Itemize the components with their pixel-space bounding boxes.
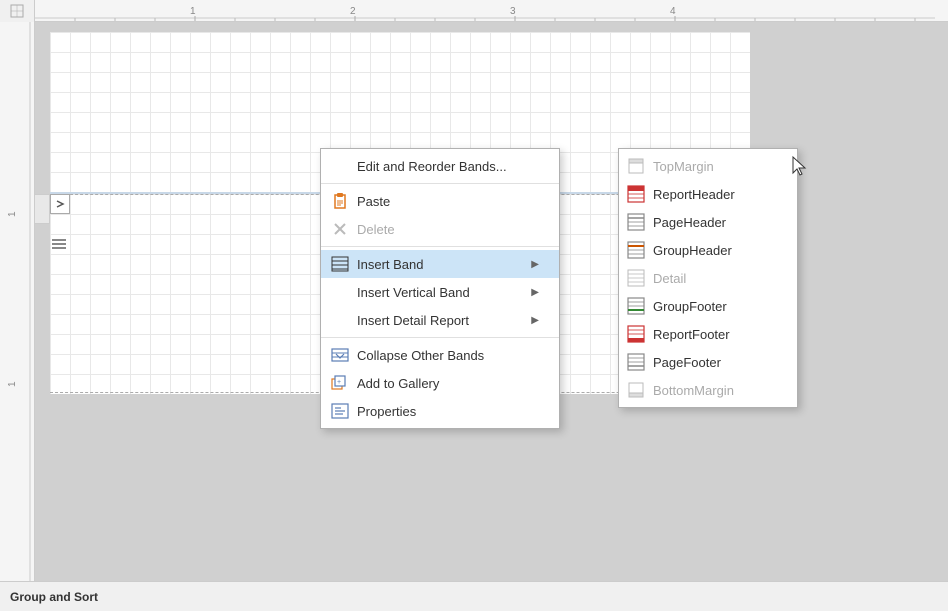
submenu-item-report-header[interactable]: ReportHeader (619, 180, 797, 208)
submenu-label-page-header: PageHeader (653, 215, 726, 230)
report-footer-icon (627, 325, 645, 343)
menu-label-insert-band: Insert Band (357, 257, 424, 272)
insert-detail-left: Insert Detail Report (331, 311, 469, 329)
submenu-item-top-margin[interactable]: TopMargin (619, 152, 797, 180)
submenu-label-report-footer: ReportFooter (653, 327, 730, 342)
status-bar: Group and Sort (0, 581, 948, 611)
page-footer-icon (627, 353, 645, 371)
gallery-icon: + (331, 374, 349, 392)
menu-label-insert-detail: Insert Detail Report (357, 313, 469, 328)
separator-3 (321, 337, 559, 338)
submenu-item-group-header[interactable]: GroupHeader (619, 236, 797, 264)
menu-item-properties[interactable]: Properties (321, 397, 559, 425)
menu-item-collapse[interactable]: Collapse Other Bands (321, 341, 559, 369)
ruler-top: 1 2 3 4 (0, 0, 948, 22)
submenu-arrow-detail: ▶ (531, 315, 539, 326)
group-footer-icon (627, 297, 645, 315)
group-header-icon (627, 241, 645, 259)
page-header-icon (627, 213, 645, 231)
menu-label-insert-vertical: Insert Vertical Band (357, 285, 470, 300)
menu-label-delete: Delete (357, 222, 395, 237)
insert-band-icon (331, 255, 349, 273)
submenu-arrow-insert-band: ▶ (531, 259, 539, 270)
menu-item-delete[interactable]: Delete (321, 215, 559, 243)
detail-icon (627, 269, 645, 287)
submenu-arrow-vertical: ▶ (531, 287, 539, 298)
submenu-item-report-footer[interactable]: ReportFooter (619, 320, 797, 348)
separator-1 (321, 183, 559, 184)
edit-reorder-icon (331, 157, 349, 175)
svg-text:1: 1 (190, 6, 196, 17)
ruler-top-track: 1 2 3 4 (35, 0, 948, 21)
svg-text:+: + (337, 379, 341, 386)
bottom-margin-icon (627, 381, 645, 399)
menu-item-insert-vertical[interactable]: Insert Vertical Band ▶ (321, 278, 559, 306)
submenu-item-group-footer[interactable]: GroupFooter (619, 292, 797, 320)
menu-item-edit-reorder[interactable]: Edit and Reorder Bands... (321, 152, 559, 180)
expand-button[interactable] (50, 194, 70, 214)
menu-label-collapse: Collapse Other Bands (357, 348, 484, 363)
context-menu: Edit and Reorder Bands... Paste Delete (320, 148, 560, 429)
menu-label-edit-reorder: Edit and Reorder Bands... (357, 159, 507, 174)
top-margin-icon (627, 157, 645, 175)
submenu-label-top-margin: TopMargin (653, 159, 714, 174)
insert-detail-icon (331, 311, 349, 329)
svg-text:2: 2 (350, 6, 356, 17)
submenu-label-page-footer: PageFooter (653, 355, 721, 370)
separator-2 (321, 246, 559, 247)
svg-text:4: 4 (670, 6, 676, 17)
submenu-label-report-header: ReportHeader (653, 187, 735, 202)
insert-vertical-icon (331, 283, 349, 301)
report-header-icon (627, 185, 645, 203)
ruler-left: 1 1 (0, 22, 35, 581)
menu-item-gallery[interactable]: + Add to Gallery (321, 369, 559, 397)
submenu-insert-band: TopMargin ReportHeader PageHeader (618, 148, 798, 408)
submenu-label-bottom-margin: BottomMargin (653, 383, 734, 398)
insert-band-left: Insert Band (331, 255, 424, 273)
submenu-label-detail: Detail (653, 271, 686, 286)
menu-label-paste: Paste (357, 194, 390, 209)
expand-icon (54, 198, 66, 210)
menu-label-gallery: Add to Gallery (357, 376, 439, 391)
menu-item-paste[interactable]: Paste (321, 187, 559, 215)
submenu-label-group-footer: GroupFooter (653, 299, 727, 314)
insert-vertical-left: Insert Vertical Band (331, 283, 470, 301)
paste-icon (331, 192, 349, 210)
status-label: Group and Sort (10, 590, 98, 604)
delete-icon (331, 220, 349, 238)
submenu-item-bottom-margin[interactable]: BottomMargin (619, 376, 797, 404)
submenu-item-page-header[interactable]: PageHeader (619, 208, 797, 236)
detail-band-header[interactable]: ▼ Detail (35, 194, 50, 224)
menu-item-insert-band[interactable]: Insert Band ▶ (321, 250, 559, 278)
submenu-label-group-header: GroupHeader (653, 243, 732, 258)
svg-text:3: 3 (510, 6, 516, 17)
collapse-icon (331, 346, 349, 364)
properties-icon (331, 402, 349, 420)
svg-text:1: 1 (7, 211, 18, 217)
cursor-indicator (789, 155, 809, 182)
lines-indicator (51, 238, 69, 252)
svg-text:1: 1 (7, 381, 18, 387)
submenu-item-page-footer[interactable]: PageFooter (619, 348, 797, 376)
ruler-corner (0, 0, 35, 22)
menu-label-properties: Properties (357, 404, 416, 419)
submenu-item-detail[interactable]: Detail (619, 264, 797, 292)
menu-item-insert-detail[interactable]: Insert Detail Report ▶ (321, 306, 559, 334)
